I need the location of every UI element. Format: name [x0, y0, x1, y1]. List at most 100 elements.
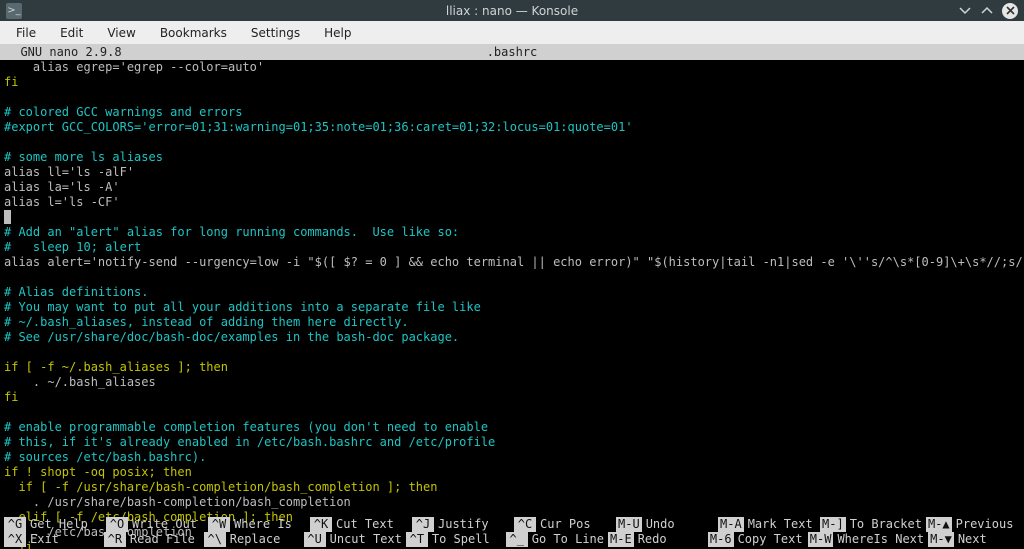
- nano-shortcut: ^O Write Out: [102, 517, 204, 532]
- shortcut-key: M-]: [820, 517, 846, 532]
- shortcut-key: M-U: [616, 517, 642, 532]
- shortcut-key: ^O: [106, 517, 128, 532]
- shortcut-key: ^\: [204, 532, 226, 547]
- editor-line: # some more ls aliases: [4, 150, 1020, 165]
- editor-line: if [ -f /usr/share/bash-completion/bash_…: [4, 480, 1020, 495]
- window-titlebar: >_ lliax : nano — Konsole: [0, 0, 1024, 21]
- nano-shortcut: ^J Justify: [408, 517, 510, 532]
- shortcut-key: ^C: [514, 517, 536, 532]
- shortcut-label: Write Out: [132, 517, 197, 532]
- editor-line: # this, if it's already enabled in /etc/…: [4, 435, 1020, 450]
- nano-shortcut: ^C Cur Pos: [510, 517, 612, 532]
- nano-shortcut: ^X Exit: [0, 532, 100, 547]
- shortcut-key: ^R: [104, 532, 126, 547]
- editor-line: . /usr/share/bash-completion/bash_comple…: [4, 495, 1020, 510]
- shortcut-key: ^X: [4, 532, 26, 547]
- editor-line: # sources /etc/bash.bashrc).: [4, 450, 1020, 465]
- editor-line: if ! shopt -oq posix; then: [4, 465, 1020, 480]
- editor-line: # You may want to put all your additions…: [4, 300, 1020, 315]
- shortcut-label: Go To Line: [532, 532, 604, 547]
- nano-shortcut: ^T To Spell: [402, 532, 502, 547]
- editor-line: [4, 345, 1020, 360]
- minimize-button[interactable]: [958, 4, 972, 18]
- editor-line: [4, 270, 1020, 285]
- nano-shortcut: M-▼Next: [924, 532, 1024, 547]
- shortcut-label: Redo: [638, 532, 667, 547]
- konsole-app-icon: >_: [6, 3, 22, 19]
- editor-line: alias la='ls -A': [4, 180, 1020, 195]
- shortcut-key: ^J: [412, 517, 434, 532]
- shortcut-label: To Bracket: [850, 517, 922, 532]
- nano-shortcut: ^W Where Is: [204, 517, 306, 532]
- editor-line: # colored GCC warnings and errors: [4, 105, 1020, 120]
- shortcut-label: Where Is: [234, 517, 292, 532]
- editor-line: # enable programmable completion feature…: [4, 420, 1020, 435]
- editor-line: # ~/.bash_aliases, instead of adding the…: [4, 315, 1020, 330]
- shortcut-key: M-W: [808, 532, 834, 547]
- shortcut-label: Read File: [130, 532, 195, 547]
- editor-line: if [ -f ~/.bash_aliases ]; then: [4, 360, 1020, 375]
- menu-view[interactable]: View: [95, 21, 147, 45]
- editor-line: #export GCC_COLORS='error=01;31:warning=…: [4, 120, 1020, 135]
- editor-line: # sleep 10; alert: [4, 240, 1020, 255]
- shortcut-key: M-6: [708, 532, 734, 547]
- shortcut-label: Get Help: [30, 517, 88, 532]
- nano-shortcut: ^U Uncut Text: [300, 532, 402, 547]
- shortcut-key: ^K: [310, 517, 332, 532]
- maximize-button[interactable]: [980, 4, 994, 18]
- editor-line: # Add an "alert" alias for long running …: [4, 225, 1020, 240]
- menu-bookmarks[interactable]: Bookmarks: [148, 21, 239, 45]
- nano-shortcut: ^GGet Help: [0, 517, 102, 532]
- nano-shortcut: M-6Copy Text: [704, 532, 804, 547]
- shortcut-label: Uncut Text: [330, 532, 402, 547]
- nano-shortcut: M-E Redo: [604, 532, 704, 547]
- shortcut-label: Cut Text: [336, 517, 394, 532]
- shortcut-label: Cur Pos: [540, 517, 591, 532]
- shortcut-key: ^U: [304, 532, 326, 547]
- nano-header: GNU nano 2.9.8 .bashrc: [0, 45, 1024, 60]
- shortcut-key: M-E: [608, 532, 634, 547]
- window-title: lliax : nano — Konsole: [0, 4, 1024, 18]
- menu-help[interactable]: Help: [312, 21, 363, 45]
- nano-shortcut: M-A Mark Text: [714, 517, 816, 532]
- editor-line: fi: [4, 75, 1020, 90]
- shortcut-key: M-▲: [926, 517, 952, 532]
- nano-version: GNU nano 2.9.8: [0, 45, 122, 60]
- terminal-area[interactable]: GNU nano 2.9.8 .bashrc alias egrep='egre…: [0, 45, 1024, 549]
- shortcut-key: ^W: [208, 517, 230, 532]
- shortcut-key: M-A: [718, 517, 744, 532]
- nano-shortcut: ^_ Go To Line: [502, 532, 604, 547]
- menu-settings[interactable]: Settings: [239, 21, 312, 45]
- nano-filename: .bashrc: [0, 45, 1024, 60]
- shortcut-label: WhereIs Next: [837, 532, 924, 547]
- nano-shortcut: ^\ Replace: [200, 532, 300, 547]
- shortcut-label: Mark Text: [748, 517, 813, 532]
- editor-line: [4, 135, 1020, 150]
- shortcut-label: Replace: [230, 532, 281, 547]
- close-button[interactable]: [1002, 3, 1018, 19]
- nano-shortcut: M-U Undo: [612, 517, 714, 532]
- menu-edit[interactable]: Edit: [48, 21, 95, 45]
- nano-editor-content[interactable]: alias egrep='egrep --color=auto'fi # col…: [0, 60, 1024, 549]
- editor-line: # Alias definitions.: [4, 285, 1020, 300]
- nano-shortcut: ^R Read File: [100, 532, 200, 547]
- editor-line: . ~/.bash_aliases: [4, 375, 1020, 390]
- shortcut-label: Previous: [956, 517, 1014, 532]
- shortcut-label: Undo: [646, 517, 675, 532]
- shortcut-label: Exit: [30, 532, 59, 547]
- editor-line: [4, 90, 1020, 105]
- shortcut-label: Justify: [438, 517, 489, 532]
- editor-line: [4, 405, 1020, 420]
- shortcut-key: ^T: [406, 532, 428, 547]
- nano-shortcut: M-WWhereIs Next: [804, 532, 924, 547]
- nano-shortcut: ^K Cut Text: [306, 517, 408, 532]
- shortcut-label: To Spell: [432, 532, 490, 547]
- shortcut-key: ^_: [506, 532, 528, 547]
- editor-line: alias ll='ls -alF': [4, 165, 1020, 180]
- shortcut-key: M-▼: [928, 532, 954, 547]
- menubar: File Edit View Bookmarks Settings Help: [0, 21, 1024, 45]
- menu-file[interactable]: File: [4, 21, 48, 45]
- nano-shortcut: M-] To Bracket: [816, 517, 922, 532]
- nano-shortcut: M-▲ Previous: [922, 517, 1024, 532]
- nano-shortcut-bar: ^GGet Help ^O Write Out ^W Where Is ^K Cut Tex…: [0, 517, 1024, 549]
